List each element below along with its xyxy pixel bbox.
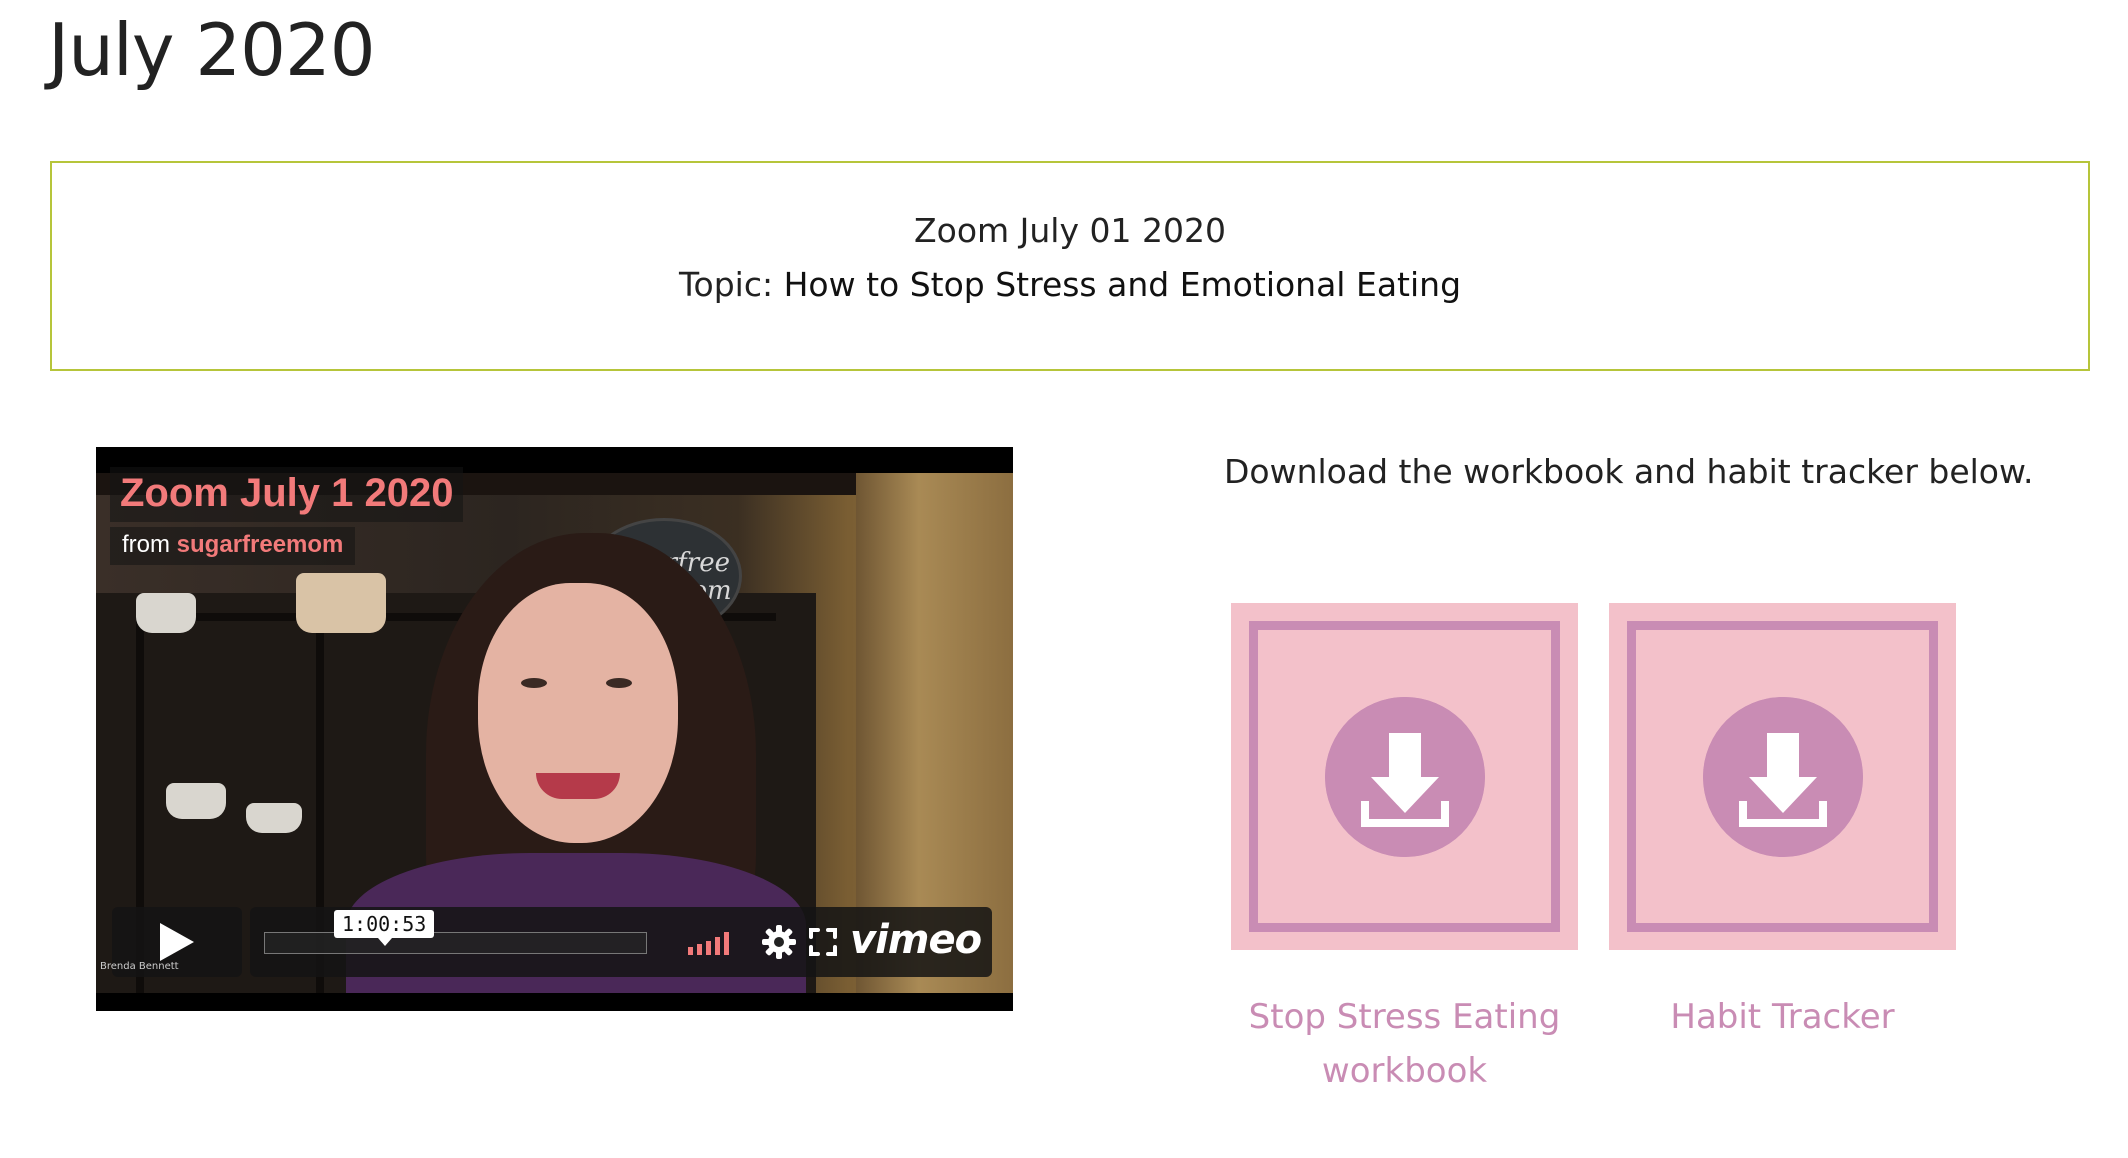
download-intro: Download the workbook and habit tracker …: [1224, 452, 2034, 491]
vimeo-video-player[interactable]: Sugarfree Mom.Com Zoom July 1 2020 from …: [96, 447, 1013, 1011]
video-byline: from sugarfreemom: [110, 527, 356, 565]
download-icon: [1703, 697, 1863, 857]
habit-tracker-link[interactable]: Habit Tracker: [1609, 990, 1956, 1044]
volume-icon[interactable]: [688, 929, 738, 955]
time-tooltip: 1:00:53: [334, 910, 435, 946]
vimeo-logo-link[interactable]: vimeo: [850, 917, 982, 963]
topic-text: How to Stop Stress and Emotional Eating: [783, 265, 1462, 304]
teapot: [136, 593, 196, 633]
fullscreen-icon[interactable]: [808, 927, 838, 957]
zoom-info-box: Zoom July 01 2020 Topic: How to Stop Str…: [50, 161, 2090, 371]
mouth: [536, 773, 620, 799]
download-habit-tracker-button[interactable]: [1609, 603, 1956, 950]
workbook-link[interactable]: Stop Stress Eating workbook: [1231, 990, 1578, 1098]
person-face: [478, 583, 678, 843]
progress-bar[interactable]: [264, 932, 647, 954]
download-workbook-button[interactable]: [1231, 603, 1578, 950]
bowl: [246, 803, 302, 833]
book: [296, 573, 386, 633]
play-icon: [160, 923, 194, 961]
download-icon: [1325, 697, 1485, 857]
video-title-link[interactable]: Zoom July 1 2020: [110, 467, 464, 522]
gear-icon[interactable]: [762, 925, 796, 959]
topic-label: Topic:: [678, 265, 774, 304]
eye: [521, 678, 547, 688]
byline-from: from: [122, 531, 170, 558]
video-controls: vimeo: [112, 907, 992, 977]
video-watermark: Brenda Bennett: [100, 961, 179, 972]
page-title: July 2020: [48, 8, 376, 92]
zoom-date: Zoom July 01 2020: [914, 211, 1226, 250]
eye: [606, 678, 632, 688]
byline-user-link[interactable]: sugarfreemom: [177, 531, 344, 558]
zoom-topic: Topic: How to Stop Stress and Emotional …: [52, 265, 2088, 304]
bowl: [166, 783, 226, 819]
